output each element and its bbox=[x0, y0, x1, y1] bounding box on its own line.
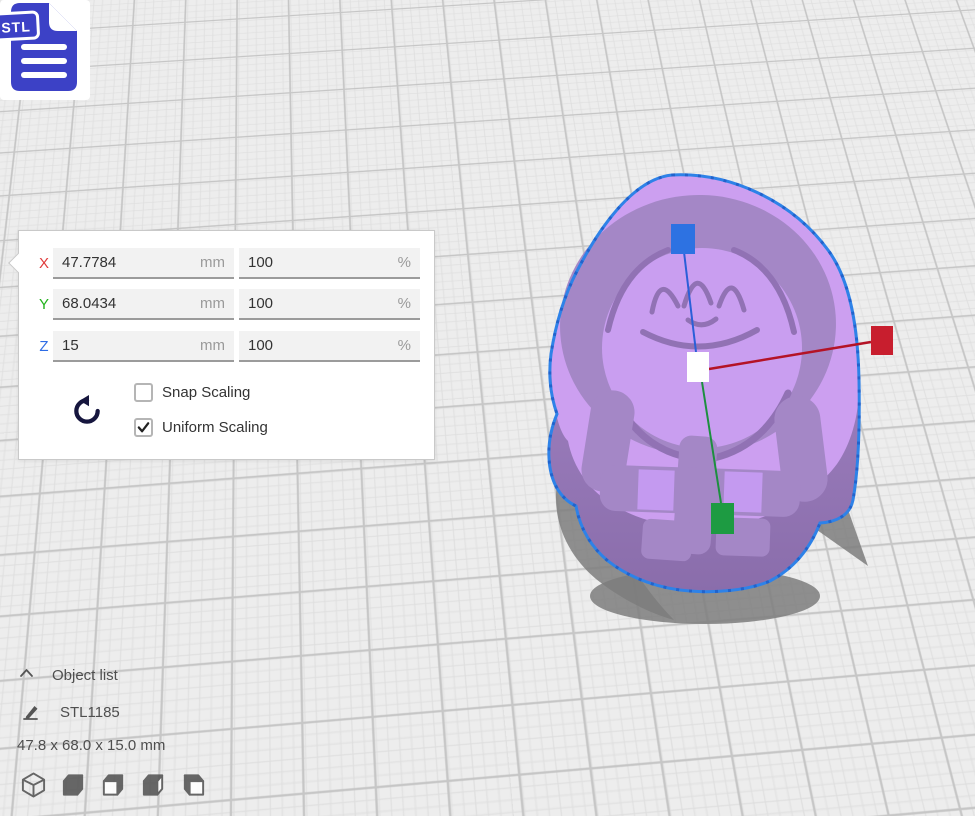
x-percent-unit: % bbox=[398, 254, 411, 271]
pencil-icon bbox=[22, 702, 40, 721]
front-view-icon[interactable] bbox=[60, 772, 87, 798]
object-list-item-name[interactable]: STL1185 bbox=[60, 704, 120, 721]
y-mm-field: mm bbox=[53, 289, 234, 320]
z-mm-field: mm bbox=[53, 331, 234, 362]
top-view-icon[interactable] bbox=[100, 772, 127, 798]
stl-badge-label: STL bbox=[1, 18, 31, 36]
y-mm-unit: mm bbox=[200, 295, 225, 312]
uniform-scaling-label: Uniform Scaling bbox=[162, 419, 268, 436]
stl-file-icon: STL bbox=[0, 0, 92, 104]
y-axis-label: Y bbox=[33, 289, 55, 320]
scale-handle-z[interactable] bbox=[671, 224, 695, 254]
scale-row-y: Y mm % bbox=[19, 289, 434, 320]
scale-handle-center[interactable] bbox=[687, 352, 709, 382]
z-mm-unit: mm bbox=[200, 337, 225, 354]
y-percent-unit: % bbox=[398, 295, 411, 312]
snap-scaling-checkbox[interactable] bbox=[134, 383, 153, 402]
left-side-view-icon[interactable] bbox=[140, 772, 167, 798]
object-list-title[interactable]: Object list bbox=[52, 667, 118, 684]
scale-handle-x[interactable] bbox=[871, 326, 893, 355]
object-dimensions: 47.8 x 68.0 x 15.0 mm bbox=[17, 737, 165, 754]
snap-scaling-label: Snap Scaling bbox=[162, 384, 250, 401]
y-percent-field: % bbox=[239, 289, 420, 320]
z-mm-input[interactable] bbox=[62, 337, 196, 354]
document-lines bbox=[21, 44, 67, 78]
y-percent-input[interactable] bbox=[248, 295, 394, 312]
x-percent-input[interactable] bbox=[248, 254, 394, 271]
stl-badge: STL bbox=[0, 12, 39, 40]
x-mm-unit: mm bbox=[200, 254, 225, 271]
checkmark-icon bbox=[136, 420, 151, 435]
reset-scale-button[interactable] bbox=[71, 395, 103, 427]
z-percent-field: % bbox=[239, 331, 420, 362]
scale-row-z: Z mm % bbox=[19, 331, 434, 362]
scale-row-x: X mm % bbox=[19, 248, 434, 279]
x-mm-field: mm bbox=[53, 248, 234, 279]
x-mm-input[interactable] bbox=[62, 254, 196, 271]
right-side-view-icon[interactable] bbox=[180, 772, 207, 798]
uniform-scaling-row: Uniform Scaling bbox=[134, 418, 268, 437]
snap-scaling-row: Snap Scaling bbox=[134, 383, 250, 402]
3d-view-icon[interactable] bbox=[20, 772, 47, 798]
z-percent-input[interactable] bbox=[248, 337, 394, 354]
view-buttons bbox=[20, 772, 207, 798]
chevron-up-icon[interactable] bbox=[18, 666, 35, 681]
x-percent-field: % bbox=[239, 248, 420, 279]
uniform-scaling-checkbox[interactable] bbox=[134, 418, 153, 437]
z-axis-label: Z bbox=[33, 331, 55, 362]
x-axis-label: X bbox=[33, 248, 55, 279]
scale-handle-y[interactable] bbox=[711, 503, 734, 534]
stl-model[interactable] bbox=[549, 175, 859, 592]
z-percent-unit: % bbox=[398, 337, 411, 354]
scale-tool-panel: X mm % Y mm % Z mm % bbox=[18, 230, 435, 460]
y-mm-input[interactable] bbox=[62, 295, 196, 312]
